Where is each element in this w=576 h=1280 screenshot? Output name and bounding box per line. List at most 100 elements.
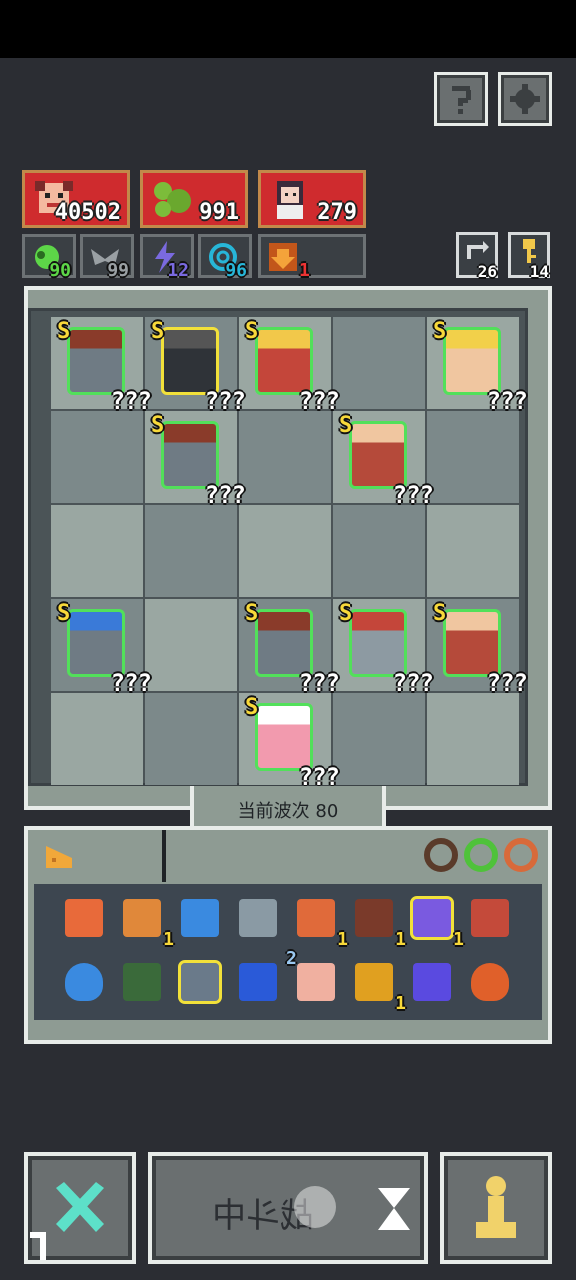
unit-archer[interactable]: S??? [427, 599, 528, 697]
board-cell[interactable] [145, 599, 237, 691]
buff-slime: 90 [22, 234, 76, 281]
essence-value: 991 [199, 200, 239, 225]
ring-slot-2[interactable] [464, 838, 498, 872]
unit-rank: S [245, 601, 259, 626]
unit-rank: S [57, 319, 71, 344]
board-cell[interactable] [427, 693, 519, 785]
scroll-icon[interactable] [60, 894, 108, 942]
item-sprite [413, 963, 451, 1001]
board-cell[interactable] [51, 693, 143, 785]
item-sprite [239, 963, 277, 1001]
unit-sprite [255, 609, 313, 677]
resource-essence: 991 [140, 170, 248, 228]
unit-label: ??? [486, 387, 528, 415]
unit-label: ??? [204, 481, 246, 509]
board-cell[interactable] [239, 411, 331, 503]
ring-slot-3[interactable] [504, 838, 538, 872]
item-sprite [65, 899, 103, 937]
board-cell[interactable] [333, 317, 425, 409]
unit-blonde-brawler[interactable]: S??? [427, 317, 528, 415]
item-count: 1 [395, 929, 406, 950]
unit-archer[interactable]: S??? [333, 411, 434, 509]
status-bar [0, 0, 576, 58]
unit-sprite [349, 609, 407, 677]
unit-shield-knight[interactable]: S??? [145, 411, 246, 509]
buff-lightning: 12 [140, 234, 194, 281]
unit-dark-knight[interactable]: S??? [145, 317, 246, 415]
board-cell[interactable] [239, 505, 331, 597]
unit-shield-knight[interactable]: S??? [239, 599, 340, 697]
unit-sprite [255, 703, 313, 771]
item-sprite [410, 896, 454, 940]
unit-pink-mage[interactable]: S??? [239, 693, 340, 791]
shuriken-icon[interactable] [234, 894, 282, 942]
board-cell[interactable] [427, 411, 519, 503]
cheese-icon [46, 846, 72, 868]
item-sprite [297, 899, 335, 937]
unit-sprite [349, 421, 407, 489]
unit-rank: S [245, 319, 259, 344]
unit-sprite [67, 609, 125, 677]
unit-sprite [255, 327, 313, 395]
item-sprite [123, 899, 161, 937]
map-icon[interactable] [118, 958, 166, 1006]
refresh-count: 26 [477, 262, 497, 281]
refresh-counter[interactable]: 26 [456, 232, 498, 281]
unit-rank: S [57, 601, 71, 626]
battle-board: S??? S??? S??? S??? S??? S??? S??? S??? S??? S???… [28, 308, 528, 791]
item-sprite [65, 963, 103, 1001]
board-cell[interactable] [333, 505, 425, 597]
board-cell[interactable] [427, 505, 519, 597]
key-counter[interactable]: 14 [508, 232, 550, 281]
unit-rank: S [433, 319, 447, 344]
item-sprite [123, 963, 161, 1001]
blue-orb-icon[interactable] [234, 958, 282, 1006]
unit-rank: S [433, 601, 447, 626]
buff-swirl: 96 [198, 234, 252, 281]
totem-icon[interactable]: 1 [350, 894, 406, 950]
claw-icon[interactable] [176, 958, 224, 1006]
help-button[interactable] [434, 72, 488, 126]
arrow-down-buff-icon [269, 243, 297, 271]
water-drop-icon[interactable] [60, 958, 108, 1006]
ring-slot-1[interactable] [424, 838, 458, 872]
unit-red-king[interactable]: S??? [239, 317, 340, 415]
board-cell[interactable] [145, 505, 237, 597]
fight-button[interactable]: 战斗中 [148, 1152, 428, 1264]
eye-orb-icon[interactable]: 1 [118, 894, 174, 950]
cancel-button[interactable] [24, 1152, 136, 1264]
arrow-icon[interactable] [466, 894, 514, 942]
fire-icon[interactable] [466, 958, 514, 1006]
unit-crossbowman[interactable]: S??? [333, 599, 434, 697]
buff-slime-value: 90 [49, 260, 71, 281]
settings-button[interactable] [498, 72, 552, 126]
unit-rank: S [339, 413, 353, 438]
hand-icon[interactable]: 2 [286, 948, 340, 1006]
key-count: 14 [529, 262, 549, 281]
buff-wing: 99 [80, 234, 134, 281]
planet-icon[interactable]: 1 [350, 958, 406, 1014]
unit-shield-knight-blue[interactable]: S??? [51, 599, 152, 697]
unit-sprite [443, 609, 501, 677]
pawn-icon [476, 1176, 516, 1238]
board-cell[interactable] [51, 411, 143, 503]
unit-shield-knight[interactable]: S??? [51, 317, 152, 415]
board-cell[interactable] [333, 693, 425, 785]
gold-value: 40502 [54, 200, 121, 225]
unit-rank: S [151, 413, 165, 438]
goggles-icon[interactable] [176, 894, 224, 942]
item-count: 1 [395, 993, 406, 1014]
portal-icon[interactable] [408, 958, 456, 1006]
item-sprite [178, 960, 222, 1004]
axe-icon[interactable]: 1 [292, 894, 348, 950]
item-sprite [181, 899, 219, 937]
slime-portrait-icon [154, 182, 191, 217]
resource-gold: 40502 [22, 170, 130, 228]
item-sprite [471, 899, 509, 937]
buff-lightning-value: 12 [167, 260, 189, 281]
pawn-button[interactable] [440, 1152, 552, 1264]
potion-icon[interactable]: 1 [408, 894, 464, 950]
board-cell[interactable] [51, 505, 143, 597]
board-cell[interactable] [145, 693, 237, 785]
inventory-tab[interactable] [30, 830, 166, 882]
